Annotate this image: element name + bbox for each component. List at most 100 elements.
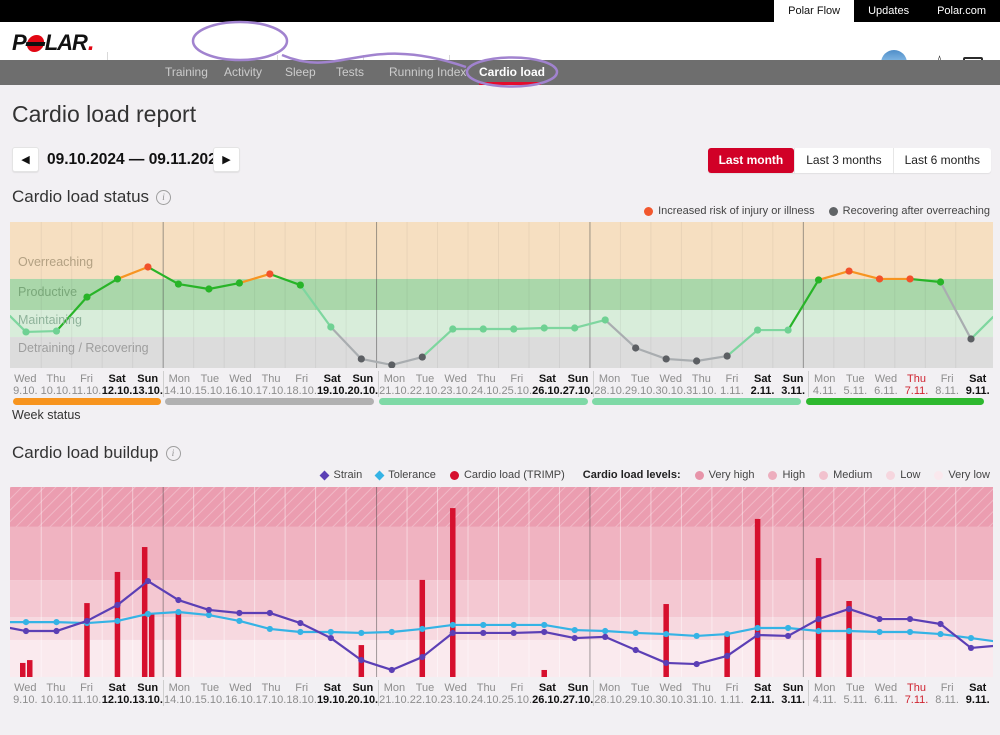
axis-day-date: 23.10. <box>440 386 471 397</box>
cardio-load-levels-label: Cardio load levels: <box>583 469 681 481</box>
circle-marker-icon <box>829 207 838 216</box>
range-button-last-6-months[interactable]: Last 6 months <box>893 148 991 173</box>
prev-period-button[interactable]: ◀ <box>12 147 39 172</box>
axis-day-name: Sun <box>132 374 163 385</box>
axis-day-10-10-: Thu10.10. <box>41 680 72 706</box>
next-period-button[interactable]: ▶ <box>213 147 240 172</box>
status-section-title: Cardio load status <box>12 187 149 207</box>
week-status-bar <box>10 398 993 405</box>
legend-label: Very low <box>948 469 990 481</box>
axis-day-name: Mon <box>594 374 625 385</box>
axis-day-name: Mon <box>379 374 410 385</box>
axis-day-date: 26.10. <box>532 695 563 706</box>
axis-day-date: 28.10. <box>594 695 625 706</box>
axis-day-date: 6.11. <box>871 386 902 397</box>
axis-day-date: 20.10. <box>348 695 379 706</box>
axis-day-3-11-: Sun3.11. <box>778 680 809 706</box>
axis-day-name: Tue <box>625 683 656 694</box>
info-icon[interactable]: i <box>156 190 171 205</box>
cardio-load-buildup-chart[interactable] <box>10 487 993 677</box>
topbar-tab-updates[interactable]: Updates <box>854 0 923 22</box>
axis-day-26-10-: Sat26.10. <box>532 680 563 706</box>
axis-day-18-10-: Fri18.10. <box>286 680 317 706</box>
axis-day-name: Thu <box>686 683 717 694</box>
range-button-last-month[interactable]: Last month <box>708 148 795 173</box>
logo-letters-lar: LAR <box>45 30 87 56</box>
axis-day-20-10-: Sun20.10. <box>348 371 379 397</box>
axis-day-6-11-: Wed6.11. <box>871 371 902 397</box>
legend-label: Cardio load (TRIMP) <box>464 469 565 481</box>
axis-day-27-10-: Sun27.10. <box>563 371 594 397</box>
axis-day-24-10-: Thu24.10. <box>471 680 502 706</box>
axis-day-date: 8.11. <box>932 386 963 397</box>
range-button-last-3-months[interactable]: Last 3 months <box>794 148 892 173</box>
axis-day-21-10-: Mon21.10. <box>378 680 410 706</box>
axis-day-name: Tue <box>625 374 656 385</box>
main-nav: PLAR. FLOW DIARYREPORTSCOMMUNITYPROGRAMS… <box>0 22 1000 60</box>
axis-day-name: Wed <box>440 374 471 385</box>
axis-day-name: Tue <box>840 374 871 385</box>
axis-day-date: 9.10. <box>10 695 41 706</box>
buildup-section-title: Cardio load buildup <box>12 443 159 463</box>
axis-day-name: Fri <box>502 683 533 694</box>
axis-day-date: 31.10. <box>686 386 717 397</box>
circle-marker-icon <box>886 471 895 480</box>
cardio-load-status-chart[interactable]: OverreachingProductiveMaintainingDetrain… <box>10 222 993 368</box>
subnav-item-training[interactable]: Training <box>165 60 208 85</box>
buildup-legend-series: Cardio load (TRIMP) <box>450 469 565 481</box>
axis-day-name: Sat <box>962 683 993 694</box>
axis-day-name: Thu <box>901 374 932 385</box>
topbar-tab-polar-flow[interactable]: Polar Flow <box>774 0 854 22</box>
axis-day-name: Sat <box>102 683 133 694</box>
axis-day-date: 3.11. <box>778 386 809 397</box>
axis-day-date: 10.10. <box>41 695 72 706</box>
axis-day-3-11-: Sun3.11. <box>778 371 809 397</box>
axis-day-name: Thu <box>686 374 717 385</box>
axis-day-date: 5.11. <box>840 695 871 706</box>
axis-day-23-10-: Wed23.10. <box>440 371 471 397</box>
week-status-segment <box>806 398 984 405</box>
axis-day-name: Sun <box>348 683 379 694</box>
subnav-item-activity[interactable]: Activity <box>224 60 262 85</box>
week-status-segment <box>592 398 801 405</box>
axis-day-date: 29.10. <box>625 386 656 397</box>
subnav-item-sleep[interactable]: Sleep <box>285 60 316 85</box>
legend-label: Medium <box>833 469 872 481</box>
polar-logo[interactable]: PLAR. <box>12 29 94 57</box>
axis-day-5-11-: Tue5.11. <box>840 680 871 706</box>
axis-day-name: Sat <box>317 374 348 385</box>
info-icon[interactable]: i <box>166 446 181 461</box>
legend-label: Strain <box>333 469 362 481</box>
axis-day-9-11-: Sat9.11. <box>962 680 993 706</box>
axis-day-29-10-: Tue29.10. <box>625 680 656 706</box>
axis-day-name: Sun <box>348 374 379 385</box>
axis-day-name: Mon <box>164 374 195 385</box>
axis-day-name: Mon <box>164 683 195 694</box>
top-bar: Polar FlowUpdatesPolar.com <box>0 0 1000 22</box>
buildup-legend-series: Strain <box>321 469 362 481</box>
axis-day-name: Sun <box>778 374 809 385</box>
legend-label: Very high <box>709 469 755 481</box>
axis-day-12-10-: Sat12.10. <box>102 371 133 397</box>
active-subnav-underline <box>479 82 541 85</box>
subnav-item-running-index[interactable]: Running Index <box>389 60 466 85</box>
axis-day-14-10-: Mon14.10. <box>163 680 195 706</box>
axis-day-name: Thu <box>471 374 502 385</box>
legend-label: Recovering after overreaching <box>843 205 990 217</box>
axis-day-12-10-: Sat12.10. <box>102 680 133 706</box>
axis-day-name: Sun <box>563 683 594 694</box>
axis-day-8-11-: Fri8.11. <box>932 680 963 706</box>
axis-day-name: Wed <box>225 683 256 694</box>
topbar-tab-polar-com[interactable]: Polar.com <box>923 0 1000 22</box>
axis-day-date: 10.10. <box>41 386 72 397</box>
axis-day-name: Mon <box>809 374 840 385</box>
axis-day-name: Thu <box>256 683 287 694</box>
axis-day-date: 31.10. <box>686 695 717 706</box>
axis-day-name: Sat <box>747 374 778 385</box>
axis-day-date: 21.10. <box>379 695 410 706</box>
circle-marker-icon <box>768 471 777 480</box>
axis-day-28-10-: Mon28.10. <box>593 680 625 706</box>
subnav-item-tests[interactable]: Tests <box>336 60 364 85</box>
axis-day-name: Wed <box>225 374 256 385</box>
axis-day-date: 13.10. <box>132 386 163 397</box>
